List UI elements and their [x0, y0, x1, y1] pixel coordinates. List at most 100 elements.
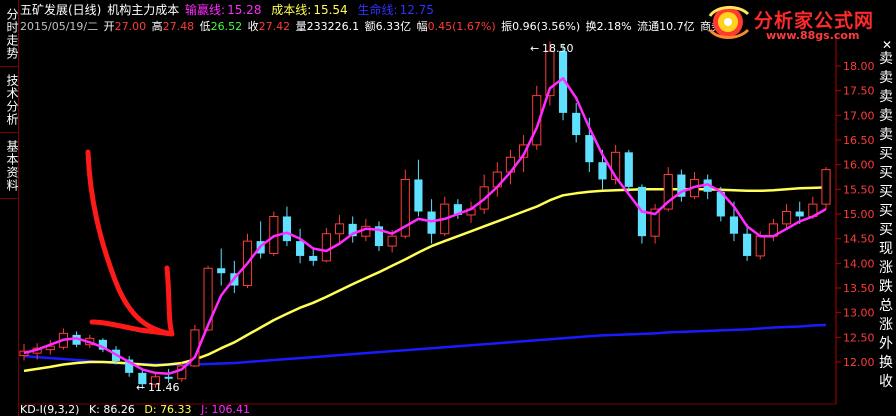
kd-k-value: K: 86.26 — [88, 403, 135, 416]
indicator-name: 机构主力成本 — [107, 3, 180, 17]
kd-d-value: D: 76.33 — [144, 403, 192, 416]
quote-row: 2015/05/19/二 开27.00 高27.48 低26.52 收27.42… — [20, 19, 724, 35]
strip-label: 换 — [879, 355, 893, 371]
candle-body — [309, 255, 318, 261]
candle-body — [795, 211, 804, 217]
candle — [677, 169, 686, 202]
strip-label: 卖 — [879, 108, 893, 124]
amount-value: 6.33亿 — [375, 20, 412, 33]
price-axis-label: 15.50 — [843, 183, 875, 196]
candle — [321, 227, 331, 263]
candle-body — [729, 216, 739, 234]
candle-body — [624, 152, 633, 187]
price-axis-label: 15.00 — [843, 208, 875, 221]
candle — [479, 174, 489, 214]
high-label: 高 — [151, 20, 163, 33]
strip-label: 卖 — [879, 127, 893, 143]
price-axis-label: 14.50 — [843, 233, 875, 246]
candle-body — [334, 223, 345, 235]
change-label: 幅 — [416, 20, 428, 33]
price-chart[interactable]: 18.00 17.50 17.00 16.50 16.00 15.50 15.00 14.50… — [0, 0, 896, 416]
candle — [269, 211, 279, 256]
candle — [374, 221, 384, 251]
cost-line-label: 成本线: — [271, 3, 312, 17]
price-axis: 18.00 17.50 17.00 16.50 16.00 15.50 15.00 14.50… — [836, 60, 875, 369]
price-axis-label: 12.00 — [843, 356, 875, 369]
float-value: 10.7亿 — [659, 20, 695, 33]
close-label: 收 — [247, 20, 259, 33]
strip-label: 现 — [879, 241, 893, 257]
candle-body — [282, 216, 292, 242]
turnover-label: 换 — [585, 20, 597, 33]
volume-value: 233226.1 — [306, 20, 360, 33]
high-marker-arrow: ← — [530, 42, 539, 55]
candle-body — [755, 235, 765, 257]
strip-label: 跌 — [879, 279, 893, 295]
strip-label: 买 — [879, 222, 893, 238]
amplitude-value: 0.96(3.56%) — [512, 20, 581, 33]
candle-body — [296, 241, 305, 256]
candle — [637, 184, 647, 244]
indicator-header-row: 五矿发展(日线) 机构主力成本 输赢线: 15.28 成本线: 15.54 生命线:… — [20, 2, 436, 18]
candle-body — [217, 268, 226, 274]
logo-url: www.88gs.com — [766, 29, 860, 42]
change-value: 0.45(1.67%) — [427, 20, 496, 33]
price-axis-label: 12.50 — [843, 331, 875, 344]
candle-body — [781, 211, 792, 225]
candle — [781, 204, 792, 229]
cost-line-series — [23, 186, 827, 373]
candle-body — [387, 235, 397, 247]
price-axis-label: 17.00 — [843, 109, 875, 122]
candle — [572, 103, 581, 143]
candle — [492, 162, 502, 197]
candle — [414, 159, 423, 217]
win-line-value: 15.28 — [227, 3, 262, 17]
float-label: 流通 — [637, 20, 660, 33]
strip-label: 买 — [879, 165, 893, 181]
candle — [45, 339, 55, 355]
price-axis-label: 14.00 — [843, 257, 875, 270]
amplitude-label: 振 — [501, 20, 513, 33]
kd-indicator-name: KD-I(9,3,2) — [20, 403, 80, 416]
kd-indicator-header: KD-I(9,3,2) K: 86.26 D: 76.33 J: 106.41 — [20, 404, 256, 416]
strip-label: 涨 — [879, 317, 893, 333]
open-label: 开 — [103, 20, 115, 33]
low-label: 低 — [199, 20, 211, 33]
high-value: 27.48 — [162, 20, 195, 33]
price-axis-label: 18.00 — [843, 60, 875, 73]
candle — [768, 218, 778, 242]
strip-label: 买 — [879, 203, 893, 219]
annotation-arrow — [85, 149, 175, 337]
site-logo: 分析家公式网 www.88gs.com — [700, 0, 896, 44]
price-axis-label: 17.50 — [843, 85, 875, 98]
low-price-marker: 11.46 — [148, 381, 180, 394]
strip-label: 外 — [879, 336, 893, 352]
candle — [440, 196, 450, 237]
candle — [282, 206, 292, 247]
price-axis-label: 16.00 — [843, 159, 875, 172]
low-marker-arrow: ← — [136, 381, 145, 394]
candle-body — [414, 179, 423, 212]
buy-sell-panel-strip[interactable]: 卖卖卖卖卖买买买买买现涨跌总涨外换收 — [876, 36, 896, 416]
strip-label: 卖 — [879, 70, 893, 86]
candlesticks — [19, 41, 831, 389]
price-axis-label: 13.50 — [843, 282, 875, 295]
strip-label: 涨 — [879, 260, 893, 276]
strip-label: 卖 — [879, 51, 893, 67]
candle — [217, 248, 226, 286]
turnover-value: 2.18% — [596, 20, 632, 33]
strip-label: 买 — [879, 184, 893, 200]
candle — [348, 216, 357, 243]
candle — [624, 149, 633, 192]
amount-label: 额 — [364, 20, 376, 33]
win-line-label: 输赢线: — [185, 3, 226, 17]
close-value: 27.42 — [258, 20, 291, 33]
strip-label: 收 — [879, 374, 893, 390]
candle — [334, 214, 345, 244]
stock-chart-window: 分时走势 技术分析 基本资料 18.00 17.50 17.00 16.50 16.00… — [0, 0, 896, 416]
candle — [466, 201, 476, 223]
logo-emblem-icon — [708, 6, 750, 39]
candle — [296, 228, 305, 264]
candle-body — [821, 169, 831, 205]
kd-j-value: J: 106.41 — [201, 403, 250, 416]
